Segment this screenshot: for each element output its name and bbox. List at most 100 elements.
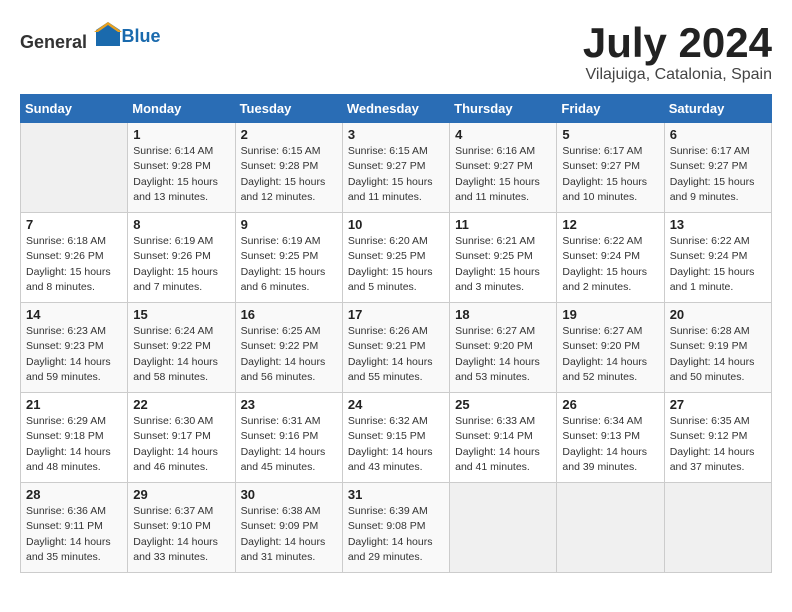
day-number: 31 <box>348 487 444 502</box>
calendar-cell: 29 Sunrise: 6:37 AM Sunset: 9:10 PM Dayli… <box>128 483 235 573</box>
page-header: General Blue July 2024 Vilajuiga, Catalo… <box>20 20 772 84</box>
day-number: 10 <box>348 217 444 232</box>
day-number: 4 <box>455 127 551 142</box>
day-number: 7 <box>26 217 122 232</box>
calendar-cell: 31Sunrise: 6:39 AM Sunset: 9:08 PM Dayli… <box>342 483 449 573</box>
calendar-cell: 17Sunrise: 6:26 AM Sunset: 9:21 PM Dayli… <box>342 303 449 393</box>
calendar-cell: 27 Sunrise: 6:35 AM Sunset: 9:12 PM Dayli… <box>664 393 771 483</box>
day-number: 2 <box>241 127 337 142</box>
day-number: 11 <box>455 217 551 232</box>
cell-info: Sunrise: 6:38 AM Sunset: 9:09 PM Dayligh… <box>241 504 337 565</box>
cell-info: Sunrise: 6:22 AM Sunset: 9:24 PM Dayligh… <box>562 234 658 295</box>
calendar-cell: 14Sunrise: 6:23 AM Sunset: 9:23 PM Dayli… <box>21 303 128 393</box>
calendar-cell: 5 Sunrise: 6:17 AM Sunset: 9:27 PM Daylig… <box>557 123 664 213</box>
calendar-cell: 11 Sunrise: 6:21 AM Sunset: 9:25 PM Dayli… <box>450 213 557 303</box>
calendar-table: SundayMondayTuesdayWednesdayThursdayFrid… <box>20 94 772 573</box>
cell-info: Sunrise: 6:21 AM Sunset: 9:25 PM Dayligh… <box>455 234 551 295</box>
title-area: July 2024 Vilajuiga, Catalonia, Spain <box>583 20 772 84</box>
cell-info: Sunrise: 6:32 AM Sunset: 9:15 PM Dayligh… <box>348 414 444 475</box>
cell-info: Sunrise: 6:37 AM Sunset: 9:10 PM Dayligh… <box>133 504 229 565</box>
cell-info: Sunrise: 6:27 AM Sunset: 9:20 PM Dayligh… <box>562 324 658 385</box>
cell-info: Sunrise: 6:14 AM Sunset: 9:28 PM Dayligh… <box>133 144 229 205</box>
day-number: 16 <box>241 307 337 322</box>
day-number: 19 <box>562 307 658 322</box>
calendar-cell: 18 Sunrise: 6:27 AM Sunset: 9:20 PM Dayli… <box>450 303 557 393</box>
logo-blue-text: Blue <box>122 26 161 46</box>
calendar-cell: 3 Sunrise: 6:15 AM Sunset: 9:27 PM Daylig… <box>342 123 449 213</box>
logo-general-text: General <box>20 32 87 52</box>
day-number: 26 <box>562 397 658 412</box>
week-row-5: 28 Sunrise: 6:36 AM Sunset: 9:11 PM Dayli… <box>21 483 772 573</box>
calendar-cell: 13 Sunrise: 6:22 AM Sunset: 9:24 PM Dayli… <box>664 213 771 303</box>
weekday-header-row: SundayMondayTuesdayWednesdayThursdayFrid… <box>21 95 772 123</box>
calendar-cell: 26Sunrise: 6:34 AM Sunset: 9:13 PM Dayli… <box>557 393 664 483</box>
weekday-header-thursday: Thursday <box>450 95 557 123</box>
calendar-cell: 7Sunrise: 6:18 AM Sunset: 9:26 PM Daylig… <box>21 213 128 303</box>
cell-info: Sunrise: 6:24 AM Sunset: 9:22 PM Dayligh… <box>133 324 229 385</box>
cell-info: Sunrise: 6:16 AM Sunset: 9:27 PM Dayligh… <box>455 144 551 205</box>
week-row-4: 21 Sunrise: 6:29 AM Sunset: 9:18 PM Dayli… <box>21 393 772 483</box>
calendar-cell: 4 Sunrise: 6:16 AM Sunset: 9:27 PM Daylig… <box>450 123 557 213</box>
day-number: 30 <box>241 487 337 502</box>
day-number: 12 <box>562 217 658 232</box>
cell-info: Sunrise: 6:25 AM Sunset: 9:22 PM Dayligh… <box>241 324 337 385</box>
week-row-1: 1 Sunrise: 6:14 AM Sunset: 9:28 PM Daylig… <box>21 123 772 213</box>
day-number: 28 <box>26 487 122 502</box>
weekday-header-sunday: Sunday <box>21 95 128 123</box>
day-number: 27 <box>670 397 766 412</box>
day-number: 17 <box>348 307 444 322</box>
cell-info: Sunrise: 6:17 AM Sunset: 9:27 PM Dayligh… <box>670 144 766 205</box>
day-number: 9 <box>241 217 337 232</box>
cell-info: Sunrise: 6:29 AM Sunset: 9:18 PM Dayligh… <box>26 414 122 475</box>
calendar-cell <box>557 483 664 573</box>
calendar-cell: 21 Sunrise: 6:29 AM Sunset: 9:18 PM Dayli… <box>21 393 128 483</box>
day-number: 14 <box>26 307 122 322</box>
day-number: 29 <box>133 487 229 502</box>
weekday-header-saturday: Saturday <box>664 95 771 123</box>
calendar-cell: 8 Sunrise: 6:19 AM Sunset: 9:26 PM Daylig… <box>128 213 235 303</box>
cell-info: Sunrise: 6:35 AM Sunset: 9:12 PM Dayligh… <box>670 414 766 475</box>
calendar-cell <box>664 483 771 573</box>
week-row-2: 7Sunrise: 6:18 AM Sunset: 9:26 PM Daylig… <box>21 213 772 303</box>
logo-icon <box>94 20 122 48</box>
day-number: 21 <box>26 397 122 412</box>
cell-info: Sunrise: 6:17 AM Sunset: 9:27 PM Dayligh… <box>562 144 658 205</box>
day-number: 13 <box>670 217 766 232</box>
calendar-cell <box>21 123 128 213</box>
cell-info: Sunrise: 6:19 AM Sunset: 9:25 PM Dayligh… <box>241 234 337 295</box>
cell-info: Sunrise: 6:27 AM Sunset: 9:20 PM Dayligh… <box>455 324 551 385</box>
cell-info: Sunrise: 6:30 AM Sunset: 9:17 PM Dayligh… <box>133 414 229 475</box>
weekday-header-wednesday: Wednesday <box>342 95 449 123</box>
day-number: 3 <box>348 127 444 142</box>
calendar-cell: 9 Sunrise: 6:19 AM Sunset: 9:25 PM Daylig… <box>235 213 342 303</box>
calendar-cell: 10Sunrise: 6:20 AM Sunset: 9:25 PM Dayli… <box>342 213 449 303</box>
cell-info: Sunrise: 6:22 AM Sunset: 9:24 PM Dayligh… <box>670 234 766 295</box>
cell-info: Sunrise: 6:15 AM Sunset: 9:28 PM Dayligh… <box>241 144 337 205</box>
weekday-header-friday: Friday <box>557 95 664 123</box>
weekday-header-monday: Monday <box>128 95 235 123</box>
logo: General Blue <box>20 20 161 53</box>
day-number: 5 <box>562 127 658 142</box>
day-number: 6 <box>670 127 766 142</box>
calendar-cell: 16 Sunrise: 6:25 AM Sunset: 9:22 PM Dayli… <box>235 303 342 393</box>
calendar-cell: 1 Sunrise: 6:14 AM Sunset: 9:28 PM Daylig… <box>128 123 235 213</box>
calendar-cell: 20Sunrise: 6:28 AM Sunset: 9:19 PM Dayli… <box>664 303 771 393</box>
calendar-cell: 19 Sunrise: 6:27 AM Sunset: 9:20 PM Dayli… <box>557 303 664 393</box>
weekday-header-tuesday: Tuesday <box>235 95 342 123</box>
main-title: July 2024 <box>583 20 772 66</box>
cell-info: Sunrise: 6:19 AM Sunset: 9:26 PM Dayligh… <box>133 234 229 295</box>
day-number: 15 <box>133 307 229 322</box>
calendar-cell: 2 Sunrise: 6:15 AM Sunset: 9:28 PM Daylig… <box>235 123 342 213</box>
day-number: 24 <box>348 397 444 412</box>
cell-info: Sunrise: 6:31 AM Sunset: 9:16 PM Dayligh… <box>241 414 337 475</box>
calendar-cell: 23Sunrise: 6:31 AM Sunset: 9:16 PM Dayli… <box>235 393 342 483</box>
day-number: 1 <box>133 127 229 142</box>
cell-info: Sunrise: 6:15 AM Sunset: 9:27 PM Dayligh… <box>348 144 444 205</box>
calendar-cell: 30 Sunrise: 6:38 AM Sunset: 9:09 PM Dayli… <box>235 483 342 573</box>
calendar-cell: 15 Sunrise: 6:24 AM Sunset: 9:22 PM Dayli… <box>128 303 235 393</box>
calendar-cell: 22Sunrise: 6:30 AM Sunset: 9:17 PM Dayli… <box>128 393 235 483</box>
day-number: 20 <box>670 307 766 322</box>
day-number: 18 <box>455 307 551 322</box>
day-number: 8 <box>133 217 229 232</box>
cell-info: Sunrise: 6:36 AM Sunset: 9:11 PM Dayligh… <box>26 504 122 565</box>
